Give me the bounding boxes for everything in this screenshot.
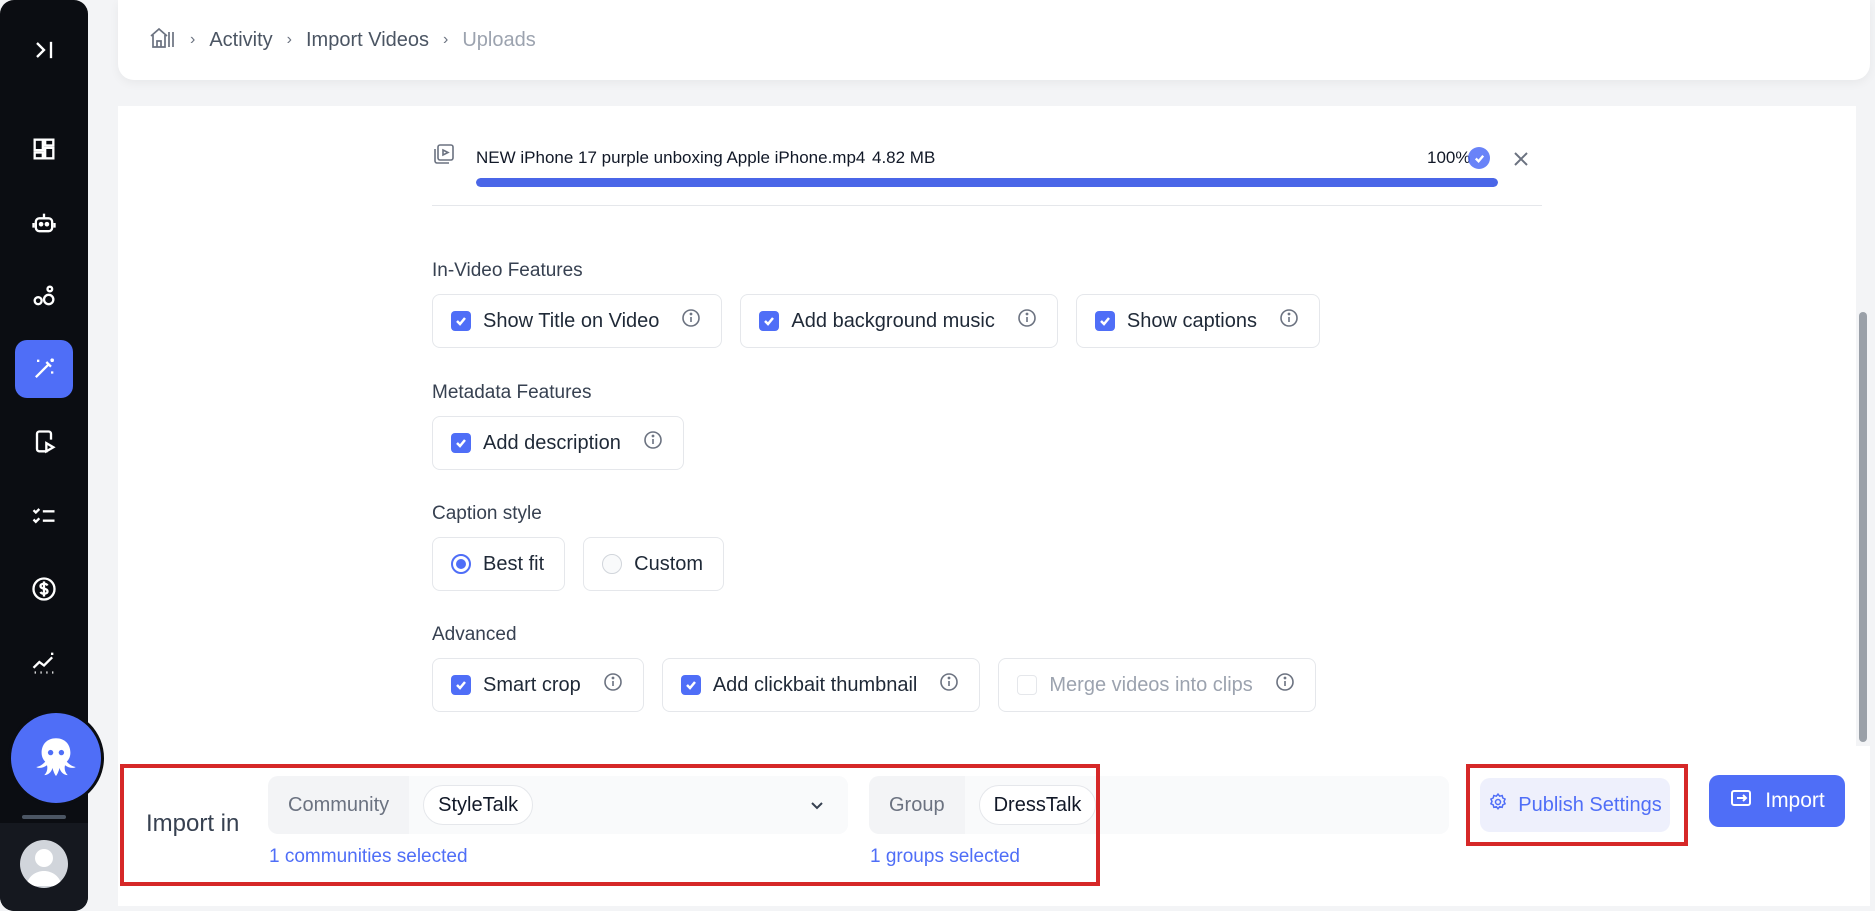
breadcrumb: › Activity › Import Videos › Uploads	[118, 0, 1870, 80]
radio-unselected[interactable]	[602, 554, 623, 574]
dashboard-icon[interactable]	[15, 120, 73, 178]
highlight-box-import-fields	[120, 764, 1100, 886]
info-icon[interactable]	[1017, 308, 1037, 334]
breadcrumb-separator: ›	[190, 31, 196, 48]
file-size: 4.82 MB	[872, 148, 936, 167]
import-bar: Import in Community StyleTalk 1 communit…	[118, 746, 1870, 906]
check-circle-icon	[1468, 147, 1490, 169]
option-background-music[interactable]: Add background music	[740, 294, 1058, 348]
upload-file-row: NEW iPhone 17 purple unboxing Apple iPho…	[432, 142, 1542, 206]
option-merge-videos: Merge videos into clips	[998, 658, 1316, 712]
option-label: Add background music	[791, 309, 995, 332]
robot-icon[interactable]	[15, 194, 73, 252]
option-label: Merge videos into clips	[1049, 673, 1253, 696]
option-label: Smart crop	[483, 673, 581, 696]
option-best-fit[interactable]: Best fit	[432, 537, 566, 591]
scrollbar-thumb[interactable]	[1859, 312, 1867, 742]
upload-progress-bar	[476, 178, 1498, 187]
breadcrumb-uploads: Uploads	[462, 28, 536, 51]
video-file-icon	[432, 142, 456, 171]
info-icon[interactable]	[603, 672, 623, 698]
sidebar	[0, 0, 101, 911]
metadata-options: Add description	[432, 416, 684, 470]
option-label: Custom	[634, 552, 704, 575]
checkbox-checked[interactable]	[759, 311, 780, 331]
checklist-icon[interactable]	[15, 487, 73, 545]
in-video-options: Show Title on Video Add background music…	[432, 294, 1320, 348]
bubbles-icon[interactable]	[15, 267, 73, 325]
import-icon	[1729, 786, 1753, 816]
file-name: NEW iPhone 17 purple unboxing Apple iPho…	[476, 148, 866, 167]
home-icon[interactable]	[148, 24, 176, 57]
highlight-box-publish-settings	[1466, 764, 1688, 846]
checkbox-checked[interactable]	[451, 311, 471, 331]
sidebar-handle	[22, 815, 66, 819]
checkbox-checked[interactable]	[451, 433, 471, 453]
option-label: Add description	[483, 431, 621, 454]
mobile-video-icon[interactable]	[15, 413, 73, 471]
option-smart-crop[interactable]: Smart crop	[432, 658, 644, 712]
advanced-options: Smart crop Add clickbait thumbnail Merge…	[432, 658, 1316, 712]
option-show-title[interactable]: Show Title on Video	[432, 294, 723, 348]
breadcrumb-activity[interactable]: Activity	[209, 29, 272, 52]
scrollbar[interactable]	[1856, 106, 1870, 746]
dollar-icon[interactable]	[15, 560, 73, 618]
option-label: Best fit	[483, 552, 545, 575]
radio-selected[interactable]	[451, 554, 471, 574]
info-icon[interactable]	[643, 430, 663, 456]
breadcrumb-import-videos[interactable]: Import Videos	[306, 29, 429, 52]
checkbox-checked[interactable]	[1094, 311, 1115, 331]
breadcrumb-separator: ›	[443, 31, 449, 48]
main-content: NEW iPhone 17 purple unboxing Apple iPho…	[118, 106, 1870, 746]
caption-style-options: Best fit Custom	[432, 537, 725, 591]
option-label: Show captions	[1126, 309, 1257, 332]
option-clickbait-thumbnail[interactable]: Add clickbait thumbnail	[661, 658, 981, 712]
upload-percent: 100%	[1427, 148, 1471, 167]
checkbox-checked[interactable]	[680, 675, 701, 695]
option-add-description[interactable]: Add description	[432, 416, 684, 470]
octopus-icon[interactable]	[11, 713, 101, 803]
info-icon[interactable]	[1279, 308, 1299, 334]
section-title-advanced: Advanced	[432, 624, 517, 645]
info-icon[interactable]	[939, 672, 959, 698]
section-title-in-video: In-Video Features	[432, 260, 583, 281]
info-icon[interactable]	[681, 308, 701, 334]
user-avatar-icon[interactable]	[20, 840, 68, 888]
import-label: Import	[1765, 789, 1825, 812]
option-show-captions[interactable]: Show captions	[1075, 294, 1320, 348]
collapse-icon[interactable]	[15, 21, 73, 79]
magic-wand-icon[interactable]	[15, 340, 73, 398]
option-label: Add clickbait thumbnail	[712, 673, 918, 696]
checkbox-disabled	[1017, 675, 1038, 695]
close-icon[interactable]	[1512, 150, 1530, 173]
section-title-caption-style: Caption style	[432, 503, 542, 524]
section-title-metadata: Metadata Features	[432, 382, 592, 403]
option-custom[interactable]: Custom	[583, 537, 725, 591]
analytics-icon[interactable]	[15, 633, 73, 691]
option-label: Show Title on Video	[483, 309, 660, 332]
breadcrumb-separator: ›	[286, 31, 292, 48]
checkbox-checked[interactable]	[451, 675, 471, 695]
import-button[interactable]: Import	[1709, 775, 1845, 827]
info-icon[interactable]	[1275, 672, 1295, 698]
upload-progress-fill	[476, 178, 1498, 187]
